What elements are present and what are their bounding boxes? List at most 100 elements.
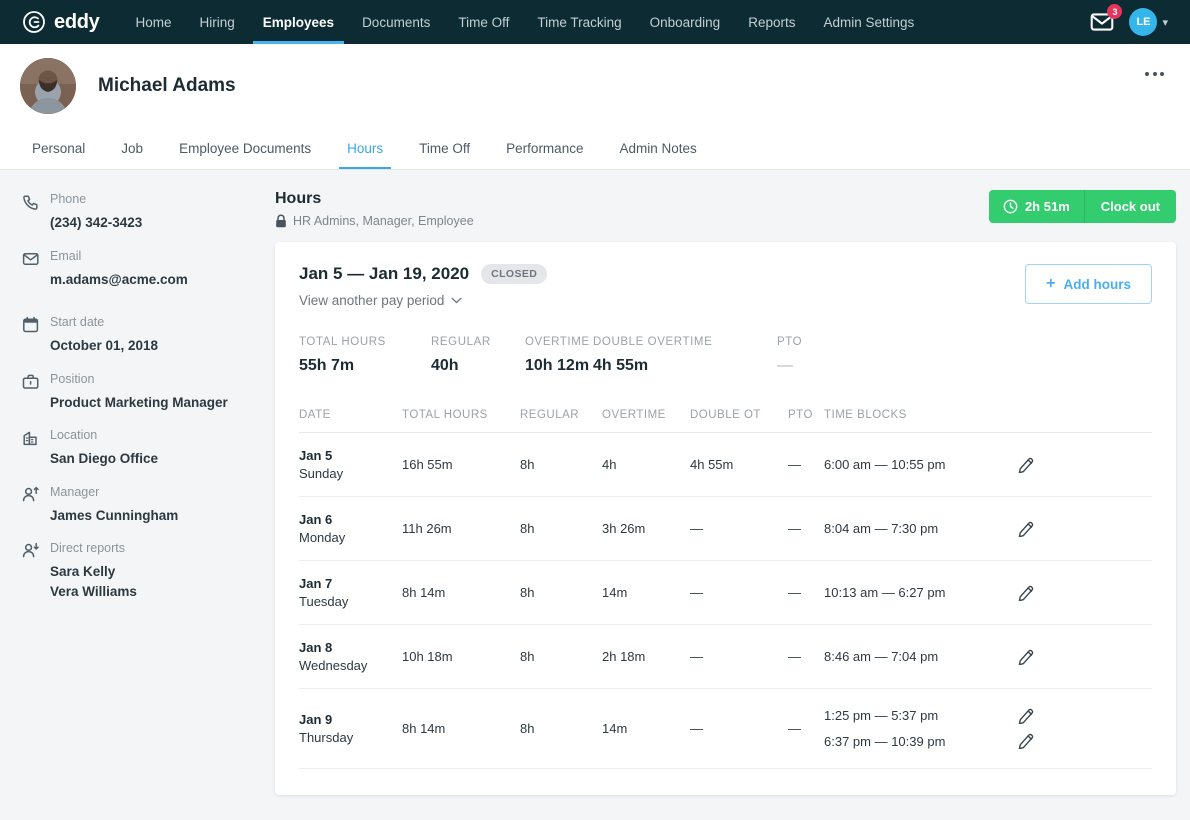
time-block: 10:13 am — 6:27 pm: [824, 585, 946, 601]
row-weekday: Sunday: [299, 465, 344, 481]
cell-overtime: 14m: [602, 560, 690, 626]
sidebar-field-position: Position Product Marketing Manager: [22, 372, 275, 413]
summary-pto: PTO —: [777, 336, 837, 375]
sidebar-field-label: Direct reports: [50, 541, 126, 556]
pay-period-card: Jan 5 — Jan 19, 2020 CLOSED View another…: [275, 242, 1176, 796]
cell-actions: [1014, 624, 1152, 690]
tab-time-off[interactable]: Time Off: [401, 128, 488, 169]
cell-time-blocks: 10:13 am — 6:27 pm: [824, 560, 1014, 626]
cell-time-blocks: 1:25 pm — 5:37 pm 6:37 pm — 10:39 pm: [824, 688, 1014, 770]
clock-timer-value: 2h 51m: [1024, 199, 1070, 214]
summary-regular: REGULAR 40h: [431, 336, 525, 375]
chevron-down-icon: [451, 297, 462, 304]
nav-link-employees[interactable]: Employees: [249, 0, 348, 44]
tab-personal[interactable]: Personal: [20, 128, 103, 169]
cell-time-blocks: 8:46 am — 7:04 pm: [824, 624, 1014, 690]
clock-timer[interactable]: 2h 51m: [988, 190, 1085, 223]
cell-pto: —: [788, 624, 824, 690]
sidebar-field-direct-reports: Direct reports Sara Kelly Vera Williams: [22, 541, 275, 601]
sidebar-field-value: October 01, 2018: [50, 338, 159, 354]
cell-pto: —: [788, 560, 824, 626]
cell-date: Jan 8 Wednesday: [299, 624, 402, 690]
clock-control-group: 2h 51m Clock out: [988, 190, 1176, 223]
tab-job[interactable]: Job: [103, 128, 161, 169]
sidebar-field-label: Start date: [50, 315, 105, 330]
sidebar-field-header: Position: [22, 372, 275, 390]
cell-double-ot: —: [690, 624, 788, 690]
add-hours-button[interactable]: + Add hours: [1025, 264, 1152, 304]
building-icon: [23, 431, 37, 446]
cell-time-blocks: 6:00 am — 10:55 pm: [824, 432, 1014, 498]
nav-link-home[interactable]: Home: [121, 0, 185, 44]
user-down-icon: [22, 543, 39, 558]
edit-pencil-icon[interactable]: [1018, 708, 1034, 725]
sidebar-field-header: Start date: [22, 315, 275, 333]
clock-out-button[interactable]: Clock out: [1084, 190, 1176, 223]
row-date: Jan 6: [299, 512, 333, 528]
tab-admin-notes[interactable]: Admin Notes: [601, 128, 714, 169]
view-another-pay-period-button[interactable]: View another pay period: [299, 293, 547, 308]
briefcase-icon: [22, 374, 39, 389]
sidebar-field-value: San Diego Office: [50, 451, 159, 467]
cell-actions: [1014, 496, 1152, 562]
sidebar-field-label: Email: [50, 248, 82, 263]
pay-period-range: Jan 5 — Jan 19, 2020: [299, 264, 470, 283]
row-weekday: Thursday: [299, 729, 354, 745]
edit-pencil-icon[interactable]: [1018, 733, 1034, 750]
view-another-label: View another pay period: [299, 293, 445, 308]
phone-icon: [23, 195, 38, 210]
cell-date: Jan 6 Monday: [299, 496, 402, 562]
nav-link-time-tracking[interactable]: Time Tracking: [523, 0, 635, 44]
time-block: 6:00 am — 10:55 pm: [824, 456, 946, 472]
sidebar-field-header: Direct reports: [22, 541, 275, 559]
user-menu[interactable]: LE ▾: [1129, 8, 1168, 36]
user-up-icon: [22, 486, 39, 502]
column-header-regular: REGULAR: [520, 409, 602, 433]
page-title: Michael Adams: [98, 75, 236, 96]
tab-performance[interactable]: Performance: [488, 128, 601, 169]
add-hours-label: Add hours: [1063, 276, 1132, 292]
table-body: Jan 5 Sunday 16h 55m 8h 4h 4h 55m —6:00 am — 1…: [299, 432, 1152, 770]
nav-link-hiring[interactable]: Hiring: [186, 0, 249, 44]
tab-hours[interactable]: Hours: [329, 128, 401, 169]
pay-period-info: Jan 5 — Jan 19, 2020 CLOSED View another…: [299, 264, 548, 308]
cell-pto: —: [788, 432, 824, 498]
table-row: Jan 8 Wednesday 10h 18m 8h 2h 18m — —8:46 am —…: [299, 624, 1152, 690]
edit-pencil-icon[interactable]: [1018, 521, 1034, 537]
hours-visibility: HR Admins, Manager, Employee: [275, 214, 474, 228]
edit-pencil-icon[interactable]: [1018, 585, 1034, 601]
row-weekday: Tuesday: [299, 593, 349, 609]
edit-pencil-icon[interactable]: [1018, 457, 1034, 473]
top-navigation-bar: eddy Home Hiring Employees Documents Time Of…: [0, 0, 1190, 44]
profile-header: Michael Adams: [0, 44, 1190, 128]
cell-time-blocks: 8:04 am — 7:30 pm: [824, 496, 1014, 562]
summary-total-hours: TOTAL HOURS 55h 7m: [299, 336, 431, 375]
sidebar-field-value: Product Marketing Manager: [50, 394, 228, 410]
summary-label: PTO: [777, 336, 803, 348]
summary-value: 40h: [431, 357, 459, 374]
brand-logo[interactable]: eddy: [16, 10, 100, 34]
employee-info-sidebar: Phone (234) 342-3423 Email m.adams@acme.com…: [0, 170, 275, 820]
plus-icon: +: [1046, 275, 1056, 292]
table-row: Jan 6 Monday 11h 26m 8h 3h 26m — —8:04 am — 7:…: [299, 496, 1152, 562]
hours-title: Hours: [275, 190, 322, 207]
nav-link-documents[interactable]: Documents: [348, 0, 444, 44]
primary-nav-links: Home Hiring Employees Documents Time Off Time…: [121, 0, 928, 44]
nav-link-time-off[interactable]: Time Off: [444, 0, 523, 44]
column-header-date: DATE: [299, 409, 402, 433]
tab-employee-documents[interactable]: Employee Documents: [161, 128, 329, 169]
table-row: Jan 9 Thursday 8h 14m 8h 14m — —1:25 pm — 5:37…: [299, 688, 1152, 770]
nav-link-admin-settings[interactable]: Admin Settings: [809, 0, 928, 44]
overflow-menu-button[interactable]: [1145, 72, 1164, 76]
sidebar-field-label: Phone: [50, 192, 87, 206]
cell-overtime: 4h: [602, 432, 690, 498]
hours-main: Hours HR Admins, Manager, Employee 2h 51…: [275, 170, 1190, 820]
nav-link-reports[interactable]: Reports: [734, 0, 809, 44]
sidebar-field-label: Position: [50, 371, 95, 386]
edit-pencil-icon[interactable]: [1018, 649, 1034, 665]
messages-button[interactable]: 3: [1089, 4, 1123, 35]
cell-date: Jan 9 Thursday: [299, 688, 402, 770]
eddy-logo-icon: [23, 11, 45, 33]
nav-link-onboarding[interactable]: Onboarding: [636, 0, 735, 44]
column-header-overtime: OVERTIME: [602, 409, 690, 433]
